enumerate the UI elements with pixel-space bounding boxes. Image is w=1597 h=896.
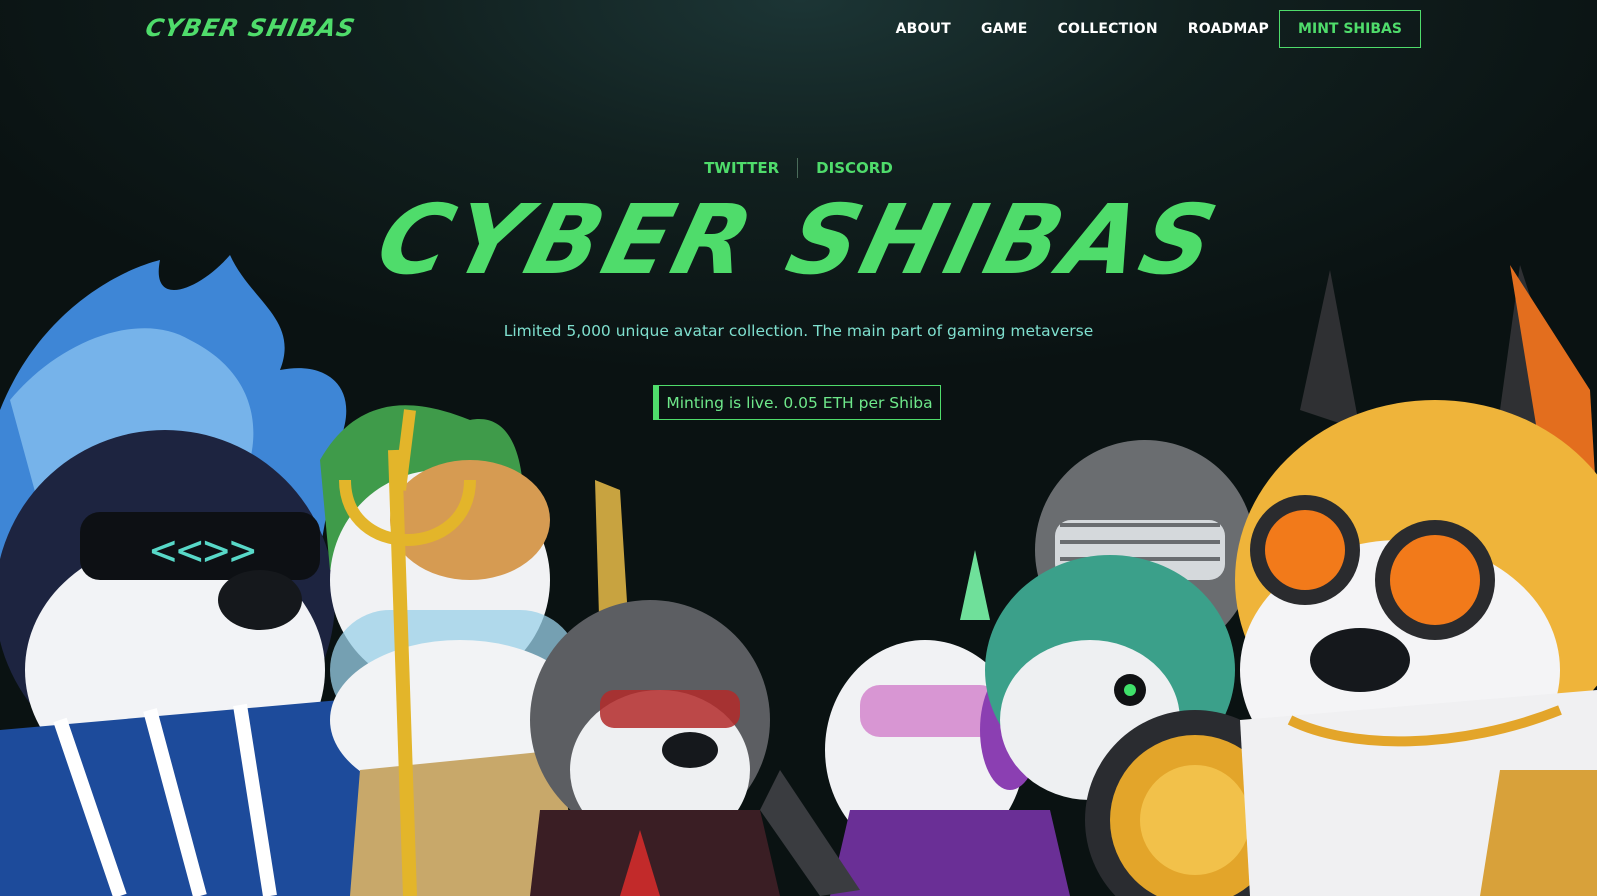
- social-links: TWITTER DISCORD: [0, 158, 1597, 178]
- page: CYBER SHIBAS ABOUT GAME COLLECTION ROADM…: [0, 0, 1597, 896]
- twitter-link[interactable]: TWITTER: [704, 159, 779, 177]
- social-divider: [797, 158, 799, 178]
- hooded-gray-shiba: [530, 480, 780, 896]
- nav-link-collection[interactable]: COLLECTION: [1058, 21, 1158, 37]
- hero-subtitle: Limited 5,000 unique avatar collection. …: [503, 322, 1094, 340]
- nav-link-roadmap[interactable]: ROADMAP: [1188, 21, 1269, 37]
- minting-status-badge: Minting is live. 0.05 ETH per Shiba: [653, 385, 941, 420]
- shiba-characters-artwork: <<>>: [0, 255, 1597, 896]
- nav-link-game[interactable]: GAME: [981, 21, 1028, 37]
- site-logo[interactable]: CYBER SHIBAS: [143, 14, 358, 42]
- main-nav: ABOUT GAME COLLECTION ROADMAP MINT SHIBA…: [896, 10, 1421, 48]
- hero-title: CYBER SHIBAS: [366, 184, 1231, 296]
- nav-link-about[interactable]: ABOUT: [896, 21, 951, 37]
- orange-goggles-shiba: [1235, 265, 1597, 896]
- mint-shibas-button[interactable]: MINT SHIBAS: [1279, 10, 1421, 48]
- discord-link[interactable]: DISCORD: [816, 159, 893, 177]
- svg-text:<<>>: <<>>: [150, 525, 256, 576]
